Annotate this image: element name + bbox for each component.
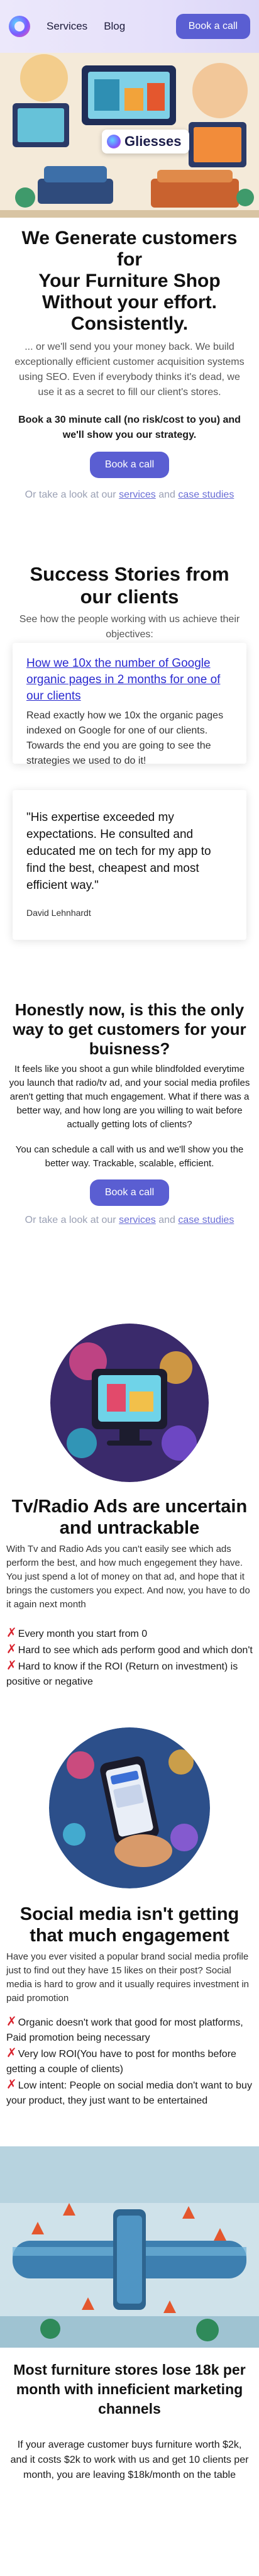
hero-title-line4: Consistently.	[70, 313, 189, 334]
hero-title-line2: Your Furniture Shop	[38, 270, 221, 291]
honest-alt-prefix: Or take a look at our	[25, 1215, 116, 1225]
hero-call-note: Book a 30 minute call (no risk/cost to y…	[18, 415, 241, 440]
honest-alt-and: and	[158, 1215, 175, 1225]
tv-ads-illustration	[50, 1324, 209, 1482]
success-subtitle: See how the people working with us achie…	[19, 614, 240, 640]
tv-points: ✗ Every month you start from 0 ✗ Hard to s…	[6, 1625, 253, 1690]
honest-title: Honestly now, is this the only way to ge…	[13, 1000, 246, 1058]
social-point-text: Organic doesn't work that good for most …	[6, 2017, 243, 2043]
nav-link-services[interactable]: Services	[47, 20, 87, 33]
hero-case-studies-link[interactable]: case studies	[178, 489, 234, 500]
nav-book-call-button[interactable]: Book a call	[175, 14, 250, 39]
honest-case-studies-link[interactable]: case studies	[178, 1215, 234, 1225]
lose-title: Most furniture stores lose 18k per month…	[13, 2361, 246, 2417]
honest-body1: It feels like you shoot a gun while blin…	[9, 1064, 250, 1130]
hero-alt-prefix: Or take a look at our	[25, 489, 116, 500]
tv-point: ✗ Hard to see which ads perform good and …	[6, 1642, 253, 1658]
x-mark-icon: ✗	[6, 2015, 17, 2029]
top-nav: Services Blog Book a call	[0, 0, 259, 53]
hero-services-link[interactable]: services	[119, 489, 156, 500]
hero-illustration: Gliesses	[0, 53, 259, 218]
tv-body: With Tv and Radio Ads you can't easily s…	[6, 1544, 250, 1610]
social-title: Social media isn't getting that much eng…	[19, 1904, 240, 1946]
testimonial-author: David Lehnhardt	[26, 908, 91, 918]
social-point-text: Very low ROI(You have to post for months…	[6, 2049, 236, 2075]
x-mark-icon: ✗	[6, 2046, 17, 2060]
money-leak-graphic	[0, 2146, 259, 2348]
honest-section: Honestly now, is this the only way to ge…	[0, 1000, 259, 1226]
nav-link-blog[interactable]: Blog	[104, 20, 125, 33]
case-study-body: Read exactly how we 10x the organic page…	[26, 710, 224, 766]
social-point-text: Low intent: People on social media don't…	[6, 2080, 252, 2106]
brand-logo-icon[interactable]	[9, 16, 30, 37]
tv-section: Tv/Radio Ads are uncertain and untrackab…	[0, 1496, 259, 1539]
social-point: ✗ Low intent: People on social media don'…	[6, 2077, 253, 2109]
tv-point-text: Every month you start from 0	[18, 1629, 148, 1639]
brand-badge: Gliesses	[102, 130, 189, 153]
money-leak-illustration	[0, 2146, 259, 2348]
tv-point-text: Hard to know if the ROI (Return on inves…	[6, 1661, 238, 1687]
x-mark-icon: ✗	[6, 1642, 17, 1656]
success-section: Success Stories from our clients See how…	[0, 563, 259, 642]
honest-book-call-button[interactable]: Book a call	[89, 1179, 170, 1206]
x-mark-icon: ✗	[6, 1659, 17, 1673]
hero-title-line1: We Generate customers for	[21, 228, 238, 270]
social-media-illustration	[49, 1727, 210, 1888]
social-text: Have you ever visited a popular brand so…	[6, 1950, 253, 2109]
lose-body: If your average customer buys furniture …	[10, 2439, 249, 2480]
case-study-card[interactable]: How we 10x the number of Google organic …	[13, 643, 246, 766]
social-point: ✗ Organic doesn't work that good for most…	[6, 2014, 253, 2046]
tv-title: Tv/Radio Ads are uncertain and untrackab…	[11, 1497, 248, 1538]
tv-point: ✗ Hard to know if the ROI (Return on inve…	[6, 1658, 253, 1690]
social-body: Have you ever visited a popular brand so…	[6, 1951, 250, 2004]
hero-text: We Generate customers for Your Furniture…	[0, 228, 259, 501]
tv-text: With Tv and Radio Ads you can't easily s…	[6, 1542, 253, 1690]
social-media-graphic	[49, 1727, 210, 1888]
hero-alt-and: and	[158, 489, 175, 500]
x-mark-icon: ✗	[6, 1626, 17, 1640]
hero-book-call-button[interactable]: Book a call	[89, 452, 170, 478]
tv-point: ✗ Every month you start from 0	[6, 1625, 253, 1642]
hero-title-line3: Without your effort.	[41, 292, 217, 313]
hero-alt-links: Or take a look at our services and case …	[10, 489, 249, 501]
case-study-title[interactable]: How we 10x the number of Google organic …	[26, 655, 233, 705]
social-section: Social media isn't getting that much eng…	[0, 1904, 259, 1946]
honest-alt-links: Or take a look at our services and case …	[6, 1215, 253, 1226]
hero-subtitle: ... or we'll send you your money back. W…	[14, 342, 245, 398]
lose-section: Most furniture stores lose 18k per month…	[0, 2360, 259, 2483]
honest-services-link[interactable]: services	[119, 1215, 156, 1225]
x-mark-icon: ✗	[6, 2078, 17, 2092]
honest-body2: You can schedule a call with us and we'l…	[15, 1144, 244, 1169]
testimonial-card: "His expertise exceeded my expectations.…	[13, 790, 246, 940]
social-points: ✗ Organic doesn't work that good for most…	[6, 2014, 253, 2109]
social-point: ✗ Very low ROI(You have to post for month…	[6, 2046, 253, 2077]
success-title: Success Stories from our clients	[30, 563, 229, 608]
tv-ads-graphic	[50, 1324, 209, 1482]
testimonial-quote: "His expertise exceeded my expectations.…	[26, 811, 211, 892]
tv-point-text: Hard to see which ads perform good and w…	[18, 1645, 253, 1656]
